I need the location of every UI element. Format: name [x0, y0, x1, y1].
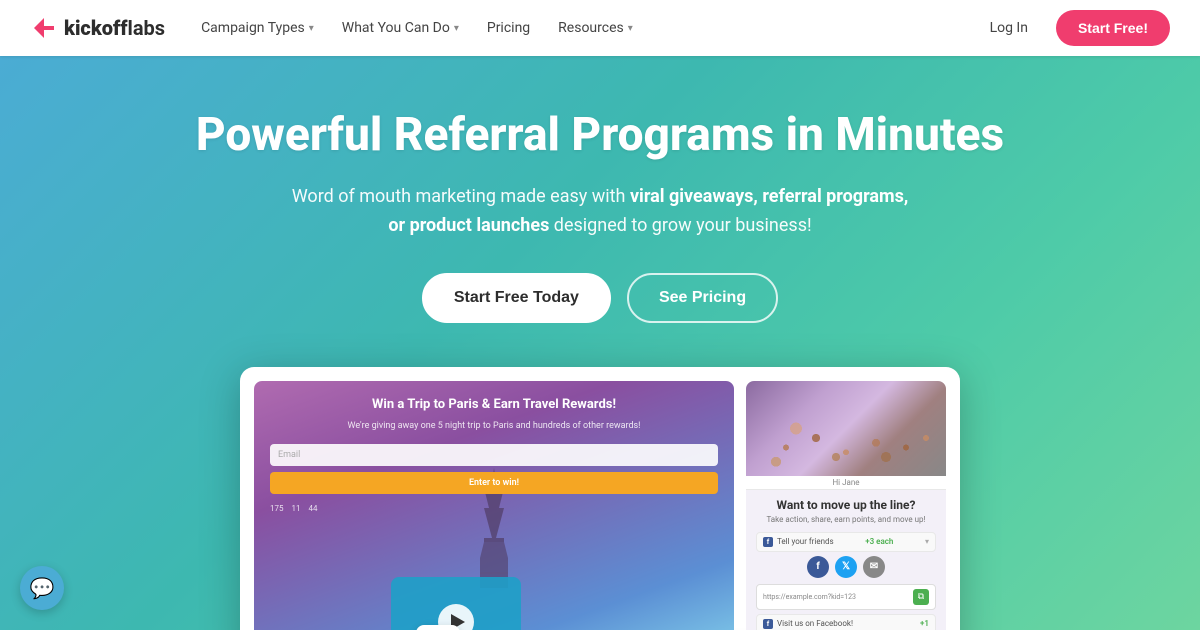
hero-title: Powerful Referral Programs in Minutes [30, 108, 1170, 163]
social-icons-row: f 𝕏 ✉ [756, 556, 936, 578]
tell-friends-row: f Tell your friends +3 each ▾ [756, 532, 936, 552]
twitter-share-icon[interactable]: 𝕏 [835, 556, 857, 578]
chevron-down-icon: ▾ [454, 23, 459, 34]
visit-facebook-left: f Visit us on Facebook! [763, 619, 853, 629]
facebook-share-icon[interactable]: f [807, 556, 829, 578]
move-up-desc: Take action, share, earn points, and mov… [756, 515, 936, 524]
plus-one-badge: +1 [920, 619, 929, 628]
enter-button-mock: Enter to win! [270, 472, 718, 494]
email-share-icon[interactable]: ✉ [863, 556, 885, 578]
hi-jane-label: Hi Jane [746, 476, 946, 490]
nav-resources[interactable]: Resources ▾ [546, 12, 645, 44]
start-free-nav-button[interactable]: Start Free! [1056, 10, 1170, 46]
copy-link-icon[interactable]: ⧉ [913, 589, 929, 605]
hero-buttons: Start Free Today See Pricing [30, 273, 1170, 323]
mockup-container: Win a Trip to Paris & Earn Travel Reward… [240, 367, 960, 630]
crowd-image [746, 381, 946, 476]
referral-panel: Hi Jane Want to move up the line? Take a… [746, 381, 946, 630]
entries-badge: 10 entries [416, 625, 460, 630]
stat-1: 175 [270, 504, 284, 513]
giveaway-title: Win a Trip to Paris & Earn Travel Reward… [270, 397, 718, 414]
start-free-today-button[interactable]: Start Free Today [422, 273, 611, 323]
video-overlay[interactable] [391, 577, 521, 630]
nav-what-you-can-do[interactable]: What You Can Do ▾ [330, 12, 471, 44]
nav-actions: Log In Start Free! [978, 10, 1170, 46]
see-pricing-button[interactable]: See Pricing [627, 273, 778, 323]
move-up-title: Want to move up the line? [756, 498, 936, 512]
chevron-small-icon: ▾ [925, 537, 929, 546]
mockup-frame: Win a Trip to Paris & Earn Travel Reward… [240, 367, 960, 630]
logo-icon [30, 14, 58, 42]
stat-3: 44 [309, 504, 318, 513]
logo-text: kickofflabs [64, 16, 165, 40]
chevron-down-icon: ▾ [628, 23, 633, 34]
chat-bubble-button[interactable]: 💬 [20, 566, 64, 610]
facebook-small-icon: f [763, 537, 773, 547]
tell-friends-left: f Tell your friends [763, 537, 834, 547]
navbar: kickofflabs Campaign Types ▾ What You Ca… [0, 0, 1200, 56]
hero-subtitle: Word of mouth marketing made easy with v… [290, 183, 910, 241]
logo[interactable]: kickofflabs [30, 14, 165, 42]
crowd-dots [746, 381, 946, 476]
nav-links: Campaign Types ▾ What You Can Do ▾ Prici… [189, 12, 978, 44]
visit-facebook-row: f Visit us on Facebook! +1 [756, 614, 936, 630]
email-input-mock: Email [270, 444, 718, 466]
referral-body: Want to move up the line? Take action, s… [746, 490, 946, 630]
plus-each-badge: +3 each [865, 537, 893, 546]
nav-campaign-types[interactable]: Campaign Types ▾ [189, 12, 326, 44]
login-button[interactable]: Log In [978, 12, 1040, 44]
facebook-visit-icon: f [763, 619, 773, 629]
giveaway-content: Win a Trip to Paris & Earn Travel Reward… [270, 397, 718, 513]
stats-row: 175 11 44 [270, 504, 718, 513]
chevron-down-icon: ▾ [309, 23, 314, 34]
stat-2: 11 [292, 504, 301, 513]
hero-section: Powerful Referral Programs in Minutes Wo… [0, 56, 1200, 630]
giveaway-subtitle: We're giving away one 5 night trip to Pa… [270, 420, 718, 433]
referral-link-row: https://example.com?kid=123 ⧉ [756, 584, 936, 610]
chat-icon: 💬 [30, 576, 55, 600]
nav-pricing[interactable]: Pricing [475, 12, 542, 44]
